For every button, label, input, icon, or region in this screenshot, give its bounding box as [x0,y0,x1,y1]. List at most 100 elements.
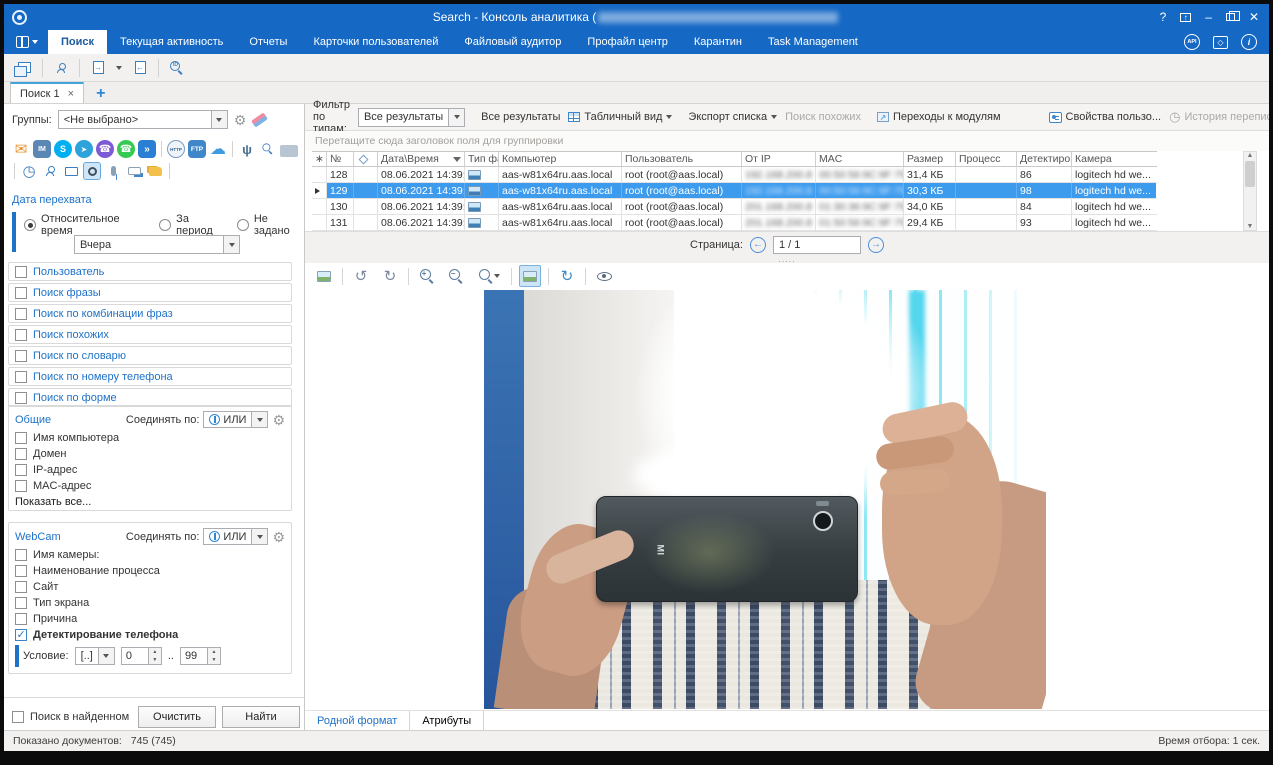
app-menu-button[interactable] [4,30,48,54]
table-row-selected[interactable]: 129 08.06.2021 14:39:38 aas-w81x64ru.aas… [312,183,1157,199]
condition-from-stepper[interactable]: 0 ▲▼ [121,647,162,665]
header-computer[interactable]: Компьютер [499,152,622,166]
webcam-camera-name[interactable]: Имя камеры: [15,549,285,561]
history-button[interactable]: ◷История переписки [1169,109,1269,125]
condition-to-stepper[interactable]: 99 ▲▼ [180,647,221,665]
export-tab-button[interactable]: → [86,57,110,79]
header-mac[interactable]: MAC [816,152,904,166]
header-process[interactable]: Процесс [956,152,1017,166]
join-select[interactable]: ИЛИ [203,411,268,428]
chevron-down-icon[interactable] [251,529,267,544]
checkbox-checked[interactable] [15,629,27,641]
tab-user-cards[interactable]: Карточки пользователей [300,30,451,54]
checkbox[interactable] [15,350,27,362]
checkbox[interactable] [15,581,27,593]
go-to-modules-button[interactable]: ↗Переходы к модулям [877,111,1001,123]
import-tab-button[interactable]: ← [128,57,152,79]
search-1-tab[interactable]: Поиск 1 × [10,82,84,103]
webcam-phone-detection[interactable]: Детектирование телефона [15,629,285,641]
save-image-button[interactable] [313,265,335,287]
close-button[interactable]: ✕ [1249,10,1259,24]
filter-phrase-combination[interactable]: Поиск по комбинации фраз [8,304,292,323]
header-star[interactable]: ∗ [312,152,327,166]
radio-relative-time[interactable] [24,219,36,231]
minimize-button[interactable]: – [1205,10,1212,24]
webcam-site[interactable]: Сайт [15,581,285,593]
chevron-down-icon[interactable] [98,648,114,664]
close-tab-icon[interactable]: × [68,88,74,100]
filter-similar[interactable]: Поиск похожих [8,325,292,344]
view-button[interactable] [593,265,615,287]
header-size[interactable]: Размер [904,152,956,166]
mail-icon[interactable]: ✉ [12,140,30,158]
checkbox[interactable] [15,464,27,476]
chevron-down-icon[interactable] [211,111,227,128]
tab-task-management[interactable]: Task Management [755,30,871,54]
search-in-found-checkbox[interactable] [12,711,24,723]
checkbox[interactable] [15,266,27,278]
filter-user[interactable]: Пользователь [8,262,292,281]
common-ip-address[interactable]: IP-адрес [15,464,285,476]
tab-quarantine[interactable]: Карантин [681,30,755,54]
tab-native-format[interactable]: Родной формат [305,711,410,730]
groups-settings-gear-icon[interactable]: ⚙ [234,113,247,127]
period-select[interactable]: Вчера [74,235,240,254]
tab-file-auditor[interactable]: Файловый аудитор [451,30,574,54]
zoom-menu-button[interactable] [474,265,504,287]
header-filetype[interactable]: Тип фа [465,152,499,166]
prev-page-button[interactable]: ← [750,237,766,253]
webcam-screen-type[interactable]: Тип экрана [15,597,285,609]
http-globe-icon[interactable]: HTTP [167,140,185,158]
tab-search[interactable]: Поиск [48,30,107,54]
rotate-right-button[interactable]: ↻ [379,265,401,287]
next-page-button[interactable]: → [868,237,884,253]
chevron-down-icon[interactable] [223,236,239,253]
whatsapp-icon[interactable]: ☎ [117,140,135,158]
header-from-ip[interactable]: От IP [742,152,816,166]
header-camera[interactable]: Камера [1072,152,1156,166]
zoom-out-button[interactable]: − [445,265,467,287]
new-window-button[interactable] [12,57,36,79]
all-results-button[interactable]: Все результаты [481,111,560,123]
checkbox[interactable] [15,432,27,444]
common-mac-address[interactable]: MAC-адрес [15,480,285,492]
folder-icon[interactable] [146,162,164,180]
skype-icon[interactable]: S [54,140,72,158]
float-window-button[interactable]: ↑ [1180,13,1191,22]
cloud-icon[interactable]: ☁ [209,140,227,158]
printer-icon[interactable] [280,145,298,157]
radio-period[interactable] [159,219,171,231]
common-domain[interactable]: Домен [15,448,285,460]
table-row[interactable]: 130 08.06.2021 14:39:36 aas-w81x64ru.aas… [312,199,1157,215]
im-icon[interactable]: IM [33,140,51,158]
group-by-hint[interactable]: Перетащите сюда заголовок поля для групп… [305,131,1269,151]
checkbox[interactable] [15,329,27,341]
user-search-button[interactable] [49,57,73,79]
zoom-in-button[interactable]: + [416,265,438,287]
scroll-up-icon[interactable]: ▲ [1247,152,1254,159]
filter-phone-number[interactable]: Поиск по номеру телефона [8,367,292,386]
checkbox[interactable] [15,597,27,609]
filter-dictionary[interactable]: Поиск по словарю [8,346,292,365]
user-activity-icon[interactable] [41,162,59,180]
add-tab-button[interactable]: + [96,85,105,103]
chevron-down-icon[interactable] [448,109,464,126]
radio-not-set[interactable] [237,219,249,231]
header-datetime[interactable]: Дата\Время [378,152,465,166]
header-user[interactable]: Пользователь [622,152,742,166]
page-input[interactable]: 1 / 1 [773,236,861,254]
modules-box-icon[interactable]: ◇ [1213,36,1228,49]
ftp-icon[interactable]: FTP [188,140,206,158]
webcam-reason[interactable]: Причина [15,613,285,625]
checkbox[interactable] [15,613,27,625]
scroll-down-icon[interactable]: ▼ [1247,223,1254,230]
webcam-process-name[interactable]: Наименование процесса [15,565,285,577]
fit-to-window-button[interactable] [519,265,541,287]
usb-device-icon[interactable]: ψ [238,140,256,158]
telegram-icon[interactable]: ➤ [75,140,93,158]
common-computer-name[interactable]: Имя компьютера [15,432,285,444]
checkbox[interactable] [15,287,27,299]
show-all-link[interactable]: Показать все... [15,496,285,508]
table-row[interactable]: 128 08.06.2021 14:39:41 aas-w81x64ru.aas… [312,167,1157,183]
id-search-button[interactable]: ID [165,57,189,79]
